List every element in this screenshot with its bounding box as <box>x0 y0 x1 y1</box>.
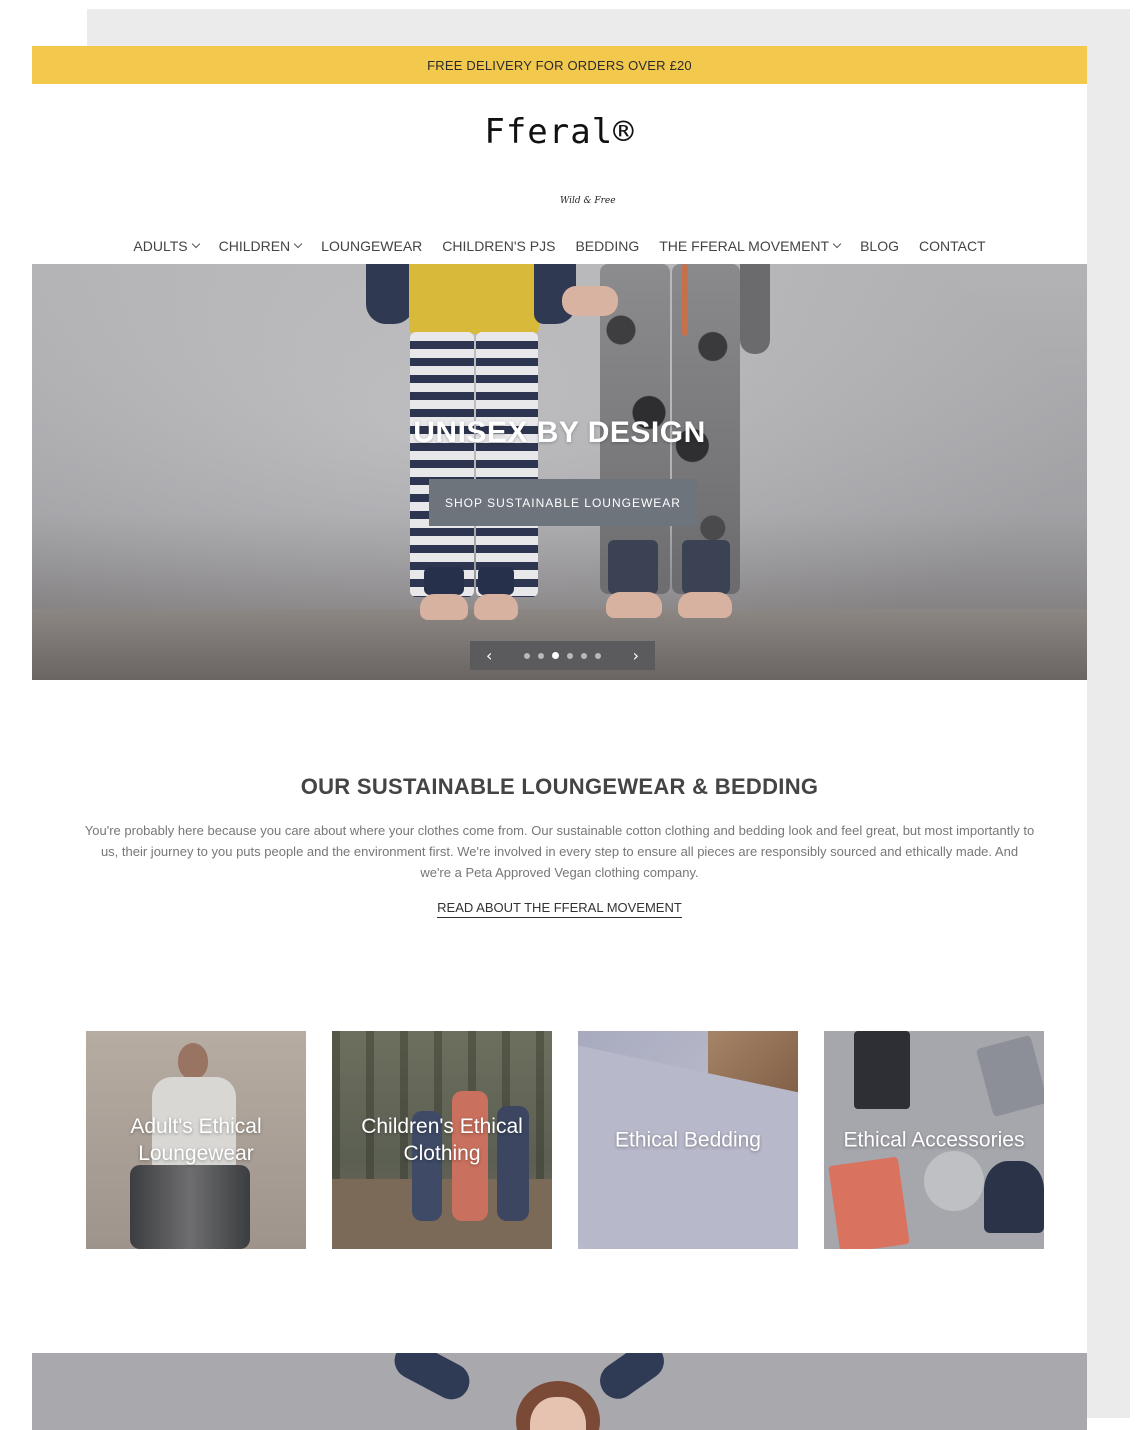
hero-photo-striped-leg <box>410 332 474 597</box>
nav-label: BLOG <box>860 238 899 254</box>
slider-dot[interactable] <box>538 652 544 659</box>
tile-photo-orange-bag <box>828 1156 910 1249</box>
nav-item-childrens-pjs[interactable]: CHILDREN'S PJS <box>432 238 565 254</box>
chevron-down-icon <box>832 239 842 249</box>
slider-dot[interactable] <box>581 652 587 659</box>
slider-dots <box>524 652 601 659</box>
nav-item-adults[interactable]: ADULTS <box>123 238 208 254</box>
nav-item-children[interactable]: CHILDREN <box>209 238 312 254</box>
main-nav: ADULTS CHILDREN LOUNGEWEAR CHILDREN'S PJ… <box>32 238 1087 254</box>
category-tiles: Adult's Ethical Loungewear Children's Et… <box>86 1031 1044 1249</box>
chevron-right-icon[interactable]: › <box>633 647 639 664</box>
announcement-text: FREE DELIVERY FOR ORDERS OVER £20 <box>427 57 692 73</box>
hero-title: UNISEX BY DESIGN <box>413 416 706 449</box>
logo-text: Fferal® <box>484 112 635 152</box>
hero-photo-drawcord <box>682 264 688 336</box>
nav-label: ADULTS <box>133 238 188 254</box>
nav-item-loungewear[interactable]: LOUNGEWEAR <box>311 238 432 254</box>
banner-photo-arm <box>388 1353 476 1406</box>
announcement-bar: FREE DELIVERY FOR ORDERS OVER £20 <box>32 46 1087 84</box>
chevron-down-icon <box>191 239 200 249</box>
nav-item-bedding[interactable]: BEDDING <box>565 238 649 254</box>
hero-photo-striped-leg <box>476 332 538 597</box>
hero-photo-arm <box>740 264 770 354</box>
slider-controls: ‹ › <box>470 641 655 670</box>
tile-label: Adult's Ethical Loungewear <box>130 1115 262 1165</box>
hero-photo-cuff <box>682 540 730 594</box>
hero-photo-cuff <box>608 540 658 594</box>
tile-photo-head <box>178 1043 208 1079</box>
tile-photo-black-snood <box>854 1031 910 1109</box>
category-tile-adults[interactable]: Adult's Ethical Loungewear <box>86 1031 306 1249</box>
fferal-movement-link[interactable]: READ ABOUT THE FFERAL MOVEMENT <box>437 900 682 918</box>
banner-photo-arm <box>593 1353 671 1406</box>
category-tile-accessories[interactable]: Ethical Accessories <box>824 1031 1044 1249</box>
chevron-left-icon[interactable]: ‹ <box>486 647 492 664</box>
hero-slider: UNISEX BY DESIGN SHOP SUSTAINABLE LOUNGE… <box>32 264 1087 680</box>
tile-photo-dotted-hat <box>975 1034 1044 1118</box>
nav-item-blog[interactable]: BLOG <box>850 238 909 254</box>
hero-photo-sleeve <box>366 264 414 324</box>
intro-section: OUR SUSTAINABLE LOUNGEWEAR & BEDDING You… <box>32 774 1087 918</box>
category-tile-bedding[interactable]: Ethical Bedding <box>578 1031 798 1249</box>
logo-tagline: Wild & Free <box>560 196 616 206</box>
tile-label: Ethical Accessories <box>843 1128 1025 1152</box>
hero-photo-foot <box>678 592 732 618</box>
brand-logo[interactable]: Fferal® <box>32 112 1087 152</box>
nav-label: CONTACT <box>918 238 986 254</box>
intro-title: OUR SUSTAINABLE LOUNGEWEAR & BEDDING <box>300 774 819 799</box>
category-tile-children[interactable]: Children's Ethical Clothing <box>332 1031 552 1249</box>
hero-photo-hands <box>562 286 618 316</box>
nav-item-contact[interactable]: CONTACT <box>909 238 996 254</box>
tile-photo-grey-scarf <box>924 1151 984 1211</box>
hero-photo-foot <box>420 594 468 620</box>
slider-dot[interactable] <box>595 652 601 659</box>
hero-photo-cuff <box>424 567 464 595</box>
hero-photo-foot <box>606 592 662 618</box>
nav-label: BEDDING <box>575 238 640 254</box>
shop-loungewear-button[interactable]: SHOP SUSTAINABLE LOUNGEWEAR <box>429 479 697 526</box>
tile-label: Ethical Bedding <box>615 1128 761 1152</box>
hero-photo-foot <box>474 594 518 620</box>
nav-label: CHILDREN'S PJS <box>442 238 556 254</box>
second-hero-banner <box>32 1353 1087 1430</box>
nav-item-fferal-movement[interactable]: THE FFERAL MOVEMENT <box>649 238 850 254</box>
nav-label: CHILDREN <box>218 238 291 254</box>
hero-photo-cuff <box>478 567 514 595</box>
tile-photo-navy-beanie <box>984 1161 1044 1233</box>
tile-photo-camo-pants <box>130 1165 250 1249</box>
tile-label: Children's Ethical Clothing <box>361 1115 523 1165</box>
store-page: FREE DELIVERY FOR ORDERS OVER £20 Fferal… <box>32 46 1087 1430</box>
nav-label: LOUNGEWEAR <box>321 238 423 254</box>
slider-dot[interactable] <box>524 652 530 659</box>
chevron-down-icon <box>293 239 303 249</box>
intro-body: You're probably here because you care ab… <box>84 823 1035 880</box>
hero-photo-yellow-shirt <box>409 264 539 334</box>
nav-label: THE FFERAL MOVEMENT <box>659 238 830 254</box>
slider-dot-active[interactable] <box>552 652 559 659</box>
site-header: Fferal® Wild & Free ADULTS CHILDREN LOUN… <box>32 84 1087 264</box>
slider-dot[interactable] <box>567 652 573 659</box>
